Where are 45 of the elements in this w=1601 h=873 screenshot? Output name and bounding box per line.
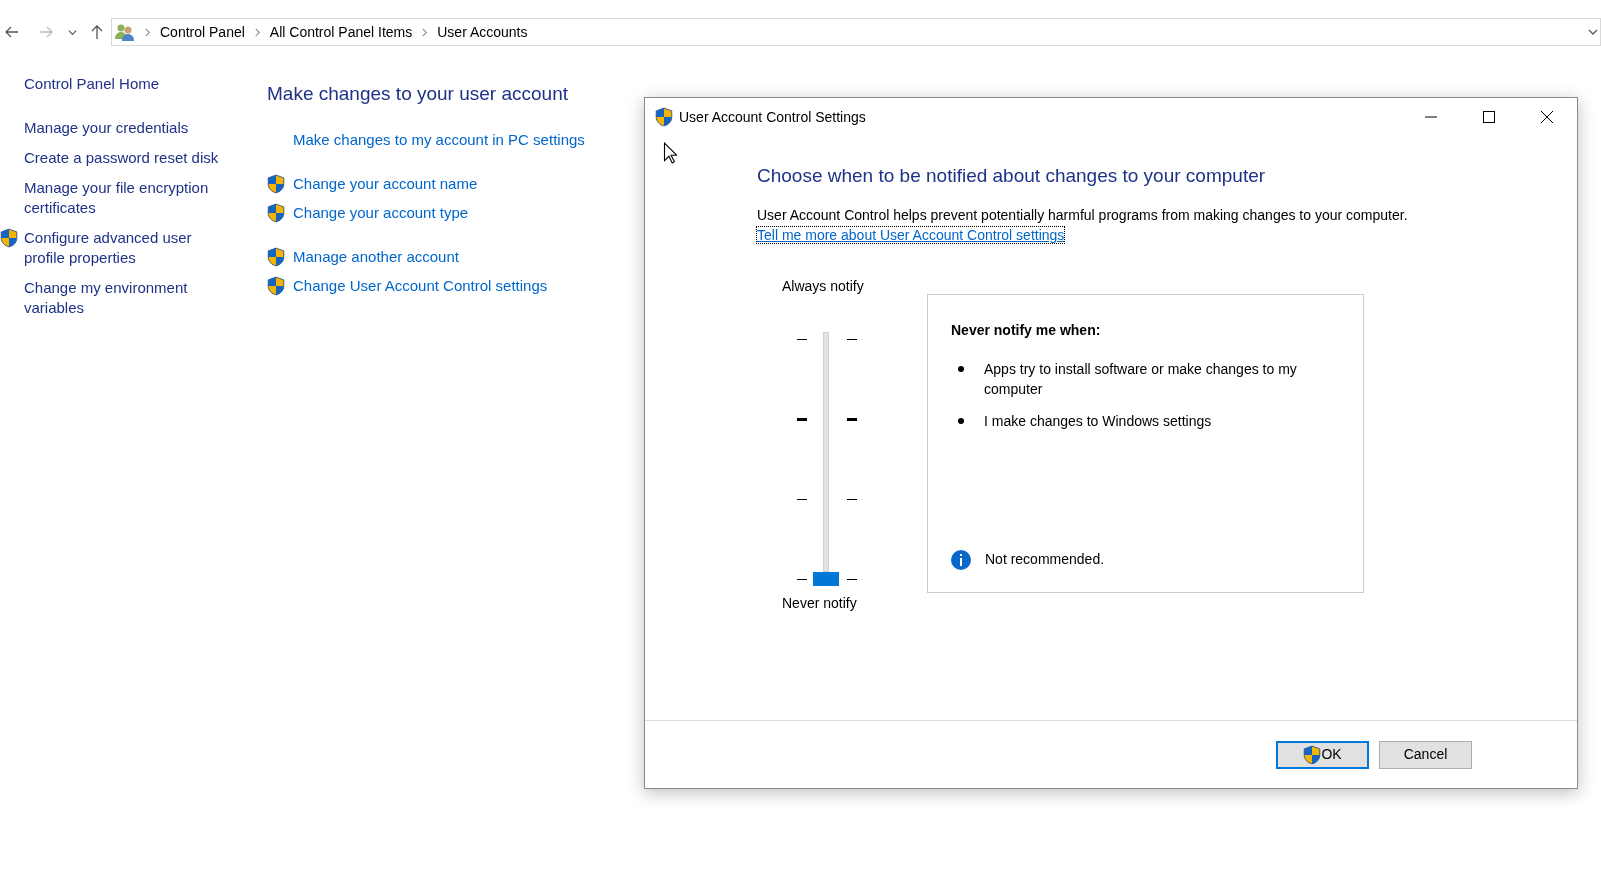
description-text: User Account Control helps prevent potentially harmful programs from making changes to your computer. xyxy=(757,206,1409,225)
info-title: Never notify me when: xyxy=(951,321,1102,340)
sidebar-link[interactable]: Configure advanced user profile properties xyxy=(24,228,229,268)
dialog-button[interactable]: OK xyxy=(1276,740,1369,769)
slider-bottom-label: Never notify xyxy=(782,594,858,613)
dialog-heading: Choose when to be notified about changes to your computer xyxy=(757,164,1267,188)
sidebar-link[interactable]: Manage your credentials xyxy=(24,118,229,138)
slider-top-label: Always notify xyxy=(782,277,865,296)
maximize-icon[interactable] xyxy=(1483,111,1495,123)
mouse-pointer-icon xyxy=(663,142,677,164)
slider-thumb[interactable] xyxy=(813,572,839,586)
dialog-button[interactable]: Cancel xyxy=(1379,740,1472,769)
bullet-text: I make changes to Windows settings xyxy=(984,412,1212,431)
breadcrumb-item[interactable]: All Control Panel Items xyxy=(269,21,413,43)
close-icon[interactable] xyxy=(1541,111,1553,123)
warning-note: Not recommended. xyxy=(985,550,1105,569)
chevron-icon xyxy=(421,27,429,37)
sidebar-link[interactable]: Create a password reset disk xyxy=(24,148,229,168)
sidebar-link[interactable]: Control Panel Home xyxy=(24,74,229,94)
task-link[interactable]: Change User Account Control settings xyxy=(293,274,548,298)
users-icon xyxy=(115,23,135,41)
page-heading: Make changes to your user account xyxy=(267,82,569,106)
breadcrumb-item[interactable]: User Accounts xyxy=(437,21,528,43)
up-arrow-icon[interactable] xyxy=(89,24,105,40)
back-arrow-icon[interactable] xyxy=(4,24,20,40)
bullet-icon xyxy=(958,418,964,424)
sidebar-link[interactable]: Manage your file encryption certificates xyxy=(24,178,229,218)
dropdown-caret-icon[interactable] xyxy=(1588,27,1598,37)
bullet-icon xyxy=(958,366,964,372)
sidebar-link[interactable]: Change my environment variables xyxy=(24,278,229,318)
help-link[interactable]: Tell me more about User Account Control settings xyxy=(757,227,1065,243)
bullet-text: Apps try to install software or make changes to my computer xyxy=(984,360,1298,399)
info-icon xyxy=(951,549,971,570)
chevron-icon xyxy=(144,27,151,37)
shield-icon xyxy=(655,107,673,127)
vertical-slider[interactable] xyxy=(813,332,839,586)
task-link[interactable]: Change your account type xyxy=(293,201,469,225)
address-field[interactable]: Control Panel All Control Panel Items User Accounts xyxy=(111,18,1601,46)
chevron-icon xyxy=(253,27,261,37)
task-link[interactable]: Make changes to my account in PC settings xyxy=(293,128,585,152)
dropdown-caret-icon[interactable] xyxy=(68,27,77,37)
task-link[interactable]: Manage another account xyxy=(293,245,459,269)
task-link[interactable]: Change your account name xyxy=(293,172,478,196)
breadcrumb-item[interactable]: Control Panel xyxy=(160,21,245,43)
window-title: User Account Control Settings xyxy=(679,107,866,127)
